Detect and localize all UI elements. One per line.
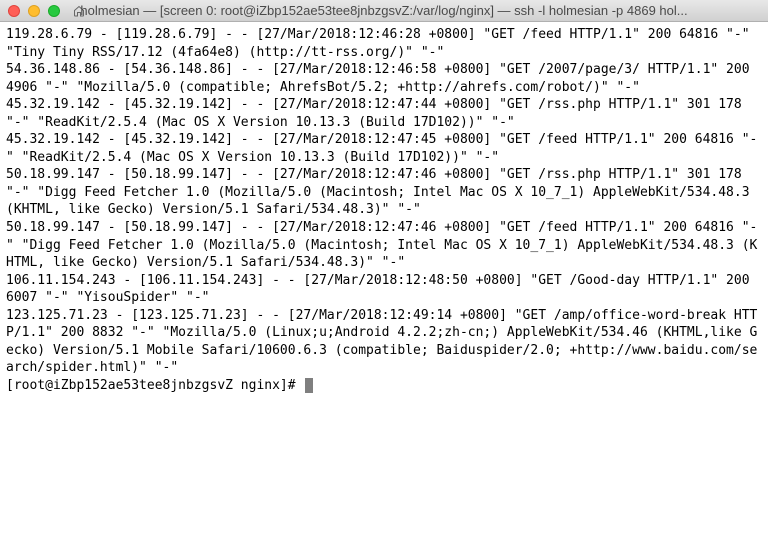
log-line: 106.11.154.243 - [106.11.154.243] - - [2… (6, 273, 757, 306)
log-line: 54.36.148.86 - [54.36.148.86] - - [27/Ma… (6, 62, 757, 95)
log-line: 45.32.19.142 - [45.32.19.142] - - [27/Ma… (6, 132, 757, 165)
log-line: 119.28.6.79 - [119.28.6.79] - - [27/Mar/… (6, 27, 757, 60)
log-line: 123.125.71.23 - [123.125.71.23] - - [27/… (6, 308, 757, 376)
terminal-output[interactable]: 119.28.6.79 - [119.28.6.79] - - [27/Mar/… (0, 22, 768, 398)
log-line: 45.32.19.142 - [45.32.19.142] - - [27/Ma… (6, 97, 750, 130)
close-icon[interactable] (8, 5, 20, 17)
minimize-icon[interactable] (28, 5, 40, 17)
log-line: 50.18.99.147 - [50.18.99.147] - - [27/Ma… (6, 220, 757, 270)
window-title: holmesian — [screen 0: root@iZbp152ae53t… (0, 3, 768, 18)
window-titlebar: holmesian — [screen 0: root@iZbp152ae53t… (0, 0, 768, 22)
traffic-lights (8, 5, 60, 17)
cursor-icon (305, 378, 313, 393)
log-line: 50.18.99.147 - [50.18.99.147] - - [27/Ma… (6, 167, 757, 217)
shell-prompt: [root@iZbp152ae53tee8jnbzgsvZ nginx]# (6, 378, 303, 393)
home-icon (72, 4, 86, 18)
maximize-icon[interactable] (48, 5, 60, 17)
